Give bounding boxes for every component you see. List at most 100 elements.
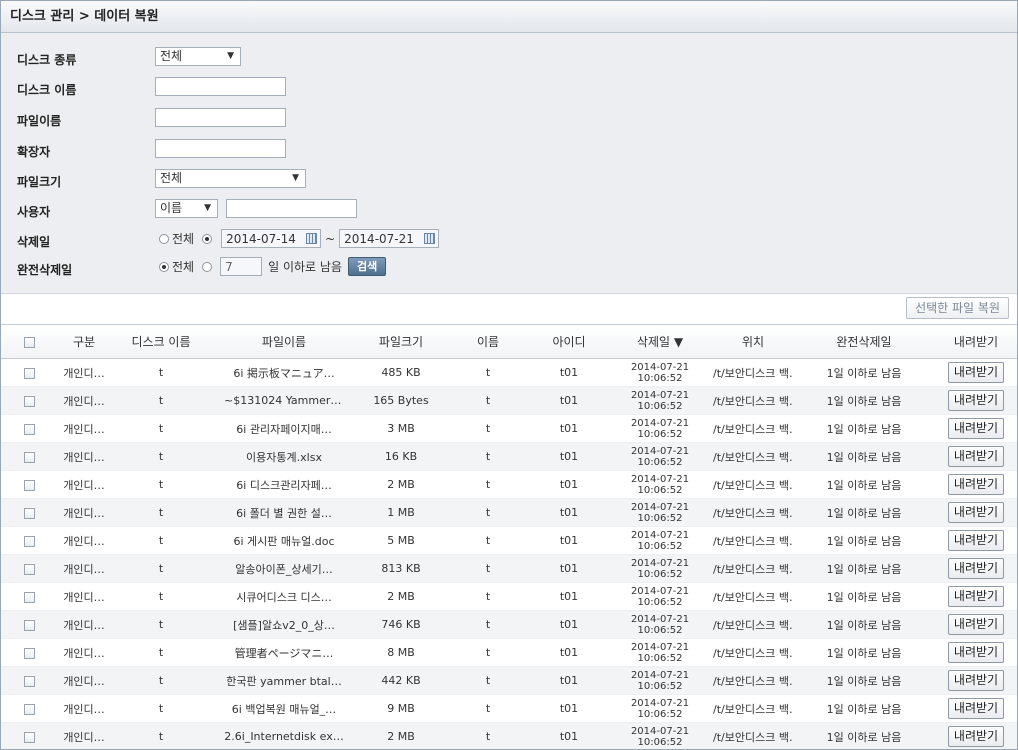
perm-delete-suffix: 일 이하로 남음 (268, 260, 342, 274)
row-checkbox[interactable] (1, 722, 57, 749)
col-download[interactable]: 내려받기 (935, 325, 1017, 359)
cell-disk-name: t (158, 534, 164, 548)
cell-deleted-date: 2014-07-21 10:06:52 (607, 666, 713, 695)
download-button[interactable]: 내려받기 (947, 698, 1005, 719)
col-perm-delete[interactable]: 완전삭제일 (793, 325, 935, 359)
cell-perm-delete: 1일 이하로 남음 (826, 562, 902, 576)
col-location[interactable]: 위치 (713, 325, 793, 359)
cell-deleted-date: 2014-07-21 10:06:52 (607, 386, 713, 415)
row-checkbox[interactable] (1, 526, 57, 555)
disk-type-select[interactable]: 전체 ▼ (155, 47, 241, 66)
deleted-date-day: 2014-07-21 (630, 473, 690, 485)
table-row[interactable]: 개인디… t 6i 백업복원 매뉴얼_… 9 MB t t01 2014-07-21 10:0… (1, 694, 1017, 723)
download-button[interactable]: 내려받기 (947, 390, 1005, 411)
download-button[interactable]: 내려받기 (947, 586, 1005, 607)
row-checkbox[interactable] (1, 442, 57, 471)
perm-delete-all-radio[interactable]: 전체 (159, 258, 194, 275)
download-button[interactable]: 내려받기 (947, 502, 1005, 523)
table-row[interactable]: 개인디… t 시큐어디스크 디스… 2 MB t t01 2014-07-21 10:06:5… (1, 582, 1017, 611)
user-field-selected: 이름 (160, 201, 183, 215)
search-button[interactable]: 검색 (347, 257, 387, 276)
cell-type: 개인디… (63, 618, 105, 632)
download-button[interactable]: 내려받기 (947, 642, 1005, 663)
col-type[interactable]: 구분 (57, 325, 111, 359)
radio-icon (159, 261, 169, 272)
user-field-select[interactable]: 이름 ▼ (155, 199, 218, 218)
cell-location: /t/보안디스크 백… (713, 618, 793, 632)
download-button[interactable]: 내려받기 (947, 614, 1005, 635)
cell-location: /t/보안디스크 백… (713, 562, 793, 576)
deleted-date-all-radio[interactable]: 전체 (159, 230, 194, 247)
table-body: 개인디… t 6i 掲示板マニュア… 485 KB t t01 2014-07-21 10:0… (1, 358, 1017, 749)
calendar-icon[interactable] (424, 233, 436, 244)
row-checkbox[interactable] (1, 414, 57, 443)
table-row[interactable]: 개인디… t 管理者ページマニ… 8 MB t t01 2014-07-21 10:06:52… (1, 638, 1017, 667)
date-from-field[interactable]: 2014-07-14 (221, 229, 322, 248)
extension-input[interactable] (155, 139, 286, 158)
col-id[interactable]: 아이디 (531, 325, 607, 359)
col-deleted-date[interactable]: 삭제일 ▼ (607, 325, 713, 359)
deleted-date-time: 10:06:52 (637, 456, 683, 468)
table-row[interactable]: 개인디… t 2.6i_Internetdisk ex… 2 MB t t01 2014-0… (1, 722, 1017, 749)
download-button[interactable]: 내려받기 (947, 726, 1005, 747)
cell-file-name: 한국판 yammer btal… (226, 674, 342, 688)
cell-type: 개인디… (63, 562, 105, 576)
table-row[interactable]: 개인디… t 한국판 yammer btal… 442 KB t t01 2014-07-2… (1, 666, 1017, 695)
cell-file-name: 알송아이폰_상세기… (235, 562, 333, 576)
row-checkbox[interactable] (1, 666, 57, 695)
cell-name: t (485, 450, 491, 464)
table-row[interactable]: 개인디… t 이용자통계.xlsx 16 KB t t01 2014-07-21 10:06:… (1, 442, 1017, 471)
table-row[interactable]: 개인디… t 알송아이폰_상세기… 813 KB t t01 2014-07-21 10:06… (1, 554, 1017, 583)
deleted-date-range-radio[interactable] (202, 233, 213, 244)
col-name[interactable]: 이름 (445, 325, 531, 359)
file-size-select[interactable]: 전체 ▼ (155, 169, 306, 188)
table-row[interactable]: 개인디… t 6i 게시판 매뉴얼.doc 5 MB t t01 2014-07-21 10:… (1, 526, 1017, 555)
cell-location: /t/보안디스크 백… (713, 702, 793, 716)
app-frame: 디스크 관리 > 데이터 복원 디스크 종류 전체 ▼ 디스크 이름 파일이름 … (0, 0, 1018, 750)
row-checkbox[interactable] (1, 694, 57, 723)
download-button[interactable]: 내려받기 (947, 362, 1005, 383)
row-checkbox[interactable] (1, 582, 57, 611)
row-checkbox[interactable] (1, 358, 57, 387)
deleted-date-time: 10:06:52 (637, 400, 683, 412)
date-to-field[interactable]: 2014-07-21 (339, 229, 440, 248)
table-row[interactable]: 개인디… t 6i 관리자페이지매… 3 MB t t01 2014-07-21 10:06:… (1, 414, 1017, 443)
download-button[interactable]: 내려받기 (947, 446, 1005, 467)
cell-id: t01 (559, 534, 579, 548)
col-file-size[interactable]: 파일크기 (357, 325, 445, 359)
disk-name-input[interactable] (155, 77, 286, 96)
table-row[interactable]: 개인디… t 6i 掲示板マニュア… 485 KB t t01 2014-07-21 10:0… (1, 358, 1017, 387)
table-row[interactable]: 개인디… t 6i 폴더 별 권한 설… 1 MB t t01 2014-07-21 10:0… (1, 498, 1017, 527)
row-checkbox[interactable] (1, 498, 57, 527)
perm-delete-days-input[interactable] (220, 257, 263, 276)
row-checkbox[interactable] (1, 554, 57, 583)
row-checkbox[interactable] (1, 470, 57, 499)
row-checkbox[interactable] (1, 610, 57, 639)
table-row[interactable]: 개인디… t 6i 디스크관리자페… 2 MB t t01 2014-07-21 10:06:… (1, 470, 1017, 499)
download-button[interactable]: 내려받기 (947, 558, 1005, 579)
cell-name: t (485, 534, 491, 548)
col-disk-name[interactable]: 디스크 이름 (111, 325, 211, 359)
download-button[interactable]: 내려받기 (947, 670, 1005, 691)
row-checkbox[interactable] (1, 386, 57, 415)
table-row[interactable]: 개인디… t [샘플]알쇼v2_0_상… 746 KB t t01 2014-07-21 10… (1, 610, 1017, 639)
table-row[interactable]: 개인디… t ~$131024 Yammer … 165 Bytes t t01 2014-… (1, 386, 1017, 415)
cell-type: 개인디… (63, 534, 105, 548)
download-button[interactable]: 내려받기 (947, 418, 1005, 439)
perm-delete-days-radio[interactable] (202, 261, 213, 272)
cell-file-name: 6i 게시판 매뉴얼.doc (233, 534, 335, 548)
cell-disk-name: t (158, 646, 164, 660)
cell-name: t (485, 730, 491, 744)
row-checkbox[interactable] (1, 638, 57, 667)
restore-selected-button[interactable]: 선택한 파일 복원 (906, 297, 1009, 319)
user-input[interactable] (226, 199, 357, 218)
download-button[interactable]: 내려받기 (947, 474, 1005, 495)
select-all-checkbox[interactable] (1, 325, 57, 359)
col-file-name[interactable]: 파일이름 (211, 325, 357, 359)
extension-label: 확장자 (17, 145, 51, 159)
cell-download: 내려받기 (935, 414, 1017, 443)
file-name-input[interactable] (155, 108, 286, 127)
download-button[interactable]: 내려받기 (947, 530, 1005, 551)
calendar-icon[interactable] (306, 233, 318, 244)
cell-perm-delete: 1일 이하로 남음 (826, 422, 902, 436)
